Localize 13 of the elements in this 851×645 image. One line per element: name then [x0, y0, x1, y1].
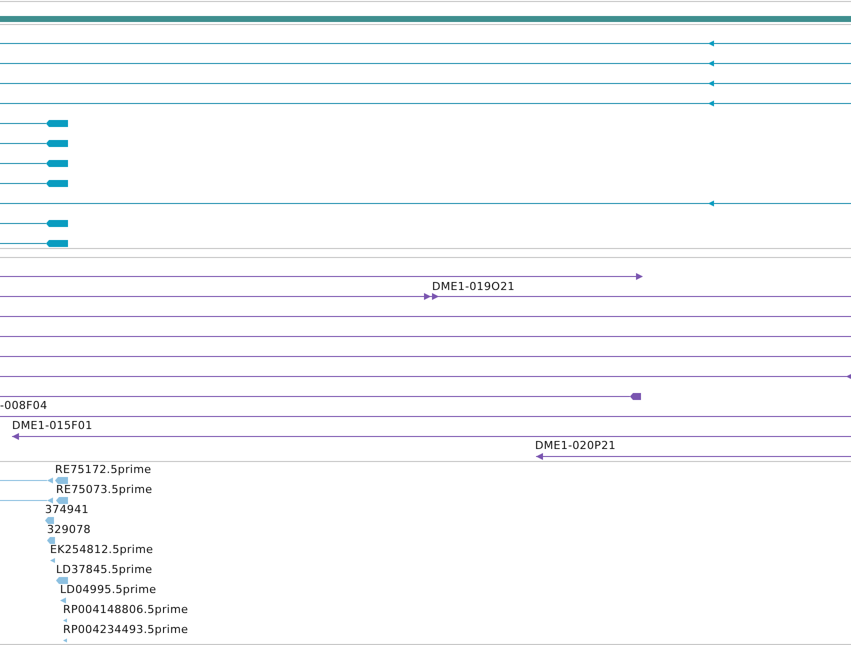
feature-label: 374941 — [45, 503, 89, 516]
feature-label: DME1-019O21 — [432, 280, 515, 293]
feature-label: EK254812.5prime — [50, 543, 154, 556]
feature-label: -008F04 — [0, 399, 48, 412]
feature-label: 329078 — [47, 523, 91, 536]
feature-label: DME1-015F01 — [12, 419, 92, 432]
feature-label: LD37845.5prime — [56, 563, 152, 576]
feature-label: RE75172.5prime — [55, 463, 152, 476]
feature-label: LD04995.5prime — [60, 583, 156, 596]
feature-label: RP004234493.5prime — [63, 623, 188, 636]
feature-label: RP004148806.5prime — [63, 603, 188, 616]
feature-label: RE75073.5prime — [56, 483, 152, 496]
feature-label: DME1-020P21 — [535, 439, 616, 452]
